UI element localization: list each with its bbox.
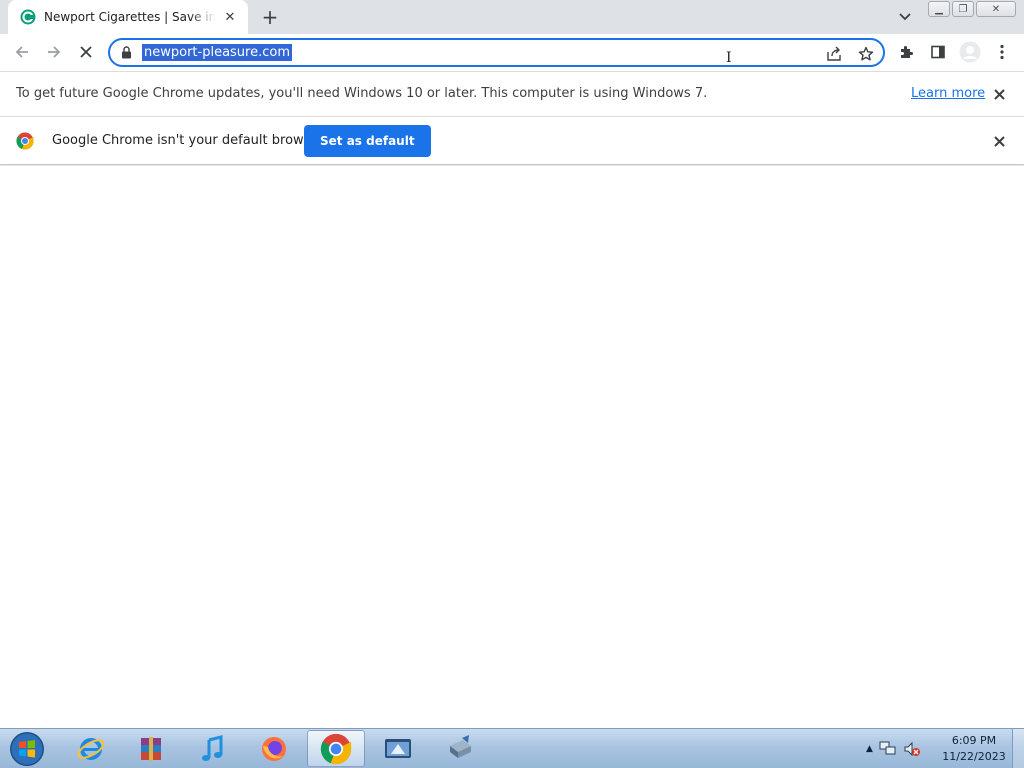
learn-more-link[interactable]: Learn more [911, 86, 985, 101]
chrome-icon [320, 733, 352, 764]
internet-explorer-icon [77, 737, 105, 760]
new-tab-button[interactable]: + [258, 5, 282, 29]
tab-title: Newport Cigarettes | Save in-store [44, 10, 216, 24]
start-button[interactable] [4, 730, 50, 768]
app-window-icon [385, 738, 411, 758]
puzzle-icon [901, 46, 913, 58]
browser-toolbar: newport-pleasure.com [0, 34, 1024, 71]
volume-muted-icon[interactable] [903, 741, 921, 757]
avatar-icon [959, 41, 981, 63]
newport-favicon-icon [20, 9, 36, 25]
tab-newport[interactable]: Newport Cigarettes | Save in-store ✕ [8, 0, 248, 34]
page-content [0, 166, 1024, 728]
profile-button[interactable] [957, 39, 983, 65]
taskbar-itunes[interactable] [184, 730, 242, 767]
close-default-infobar-icon[interactable] [990, 132, 1008, 150]
tab-strip: Newport Cigarettes | Save in-store ✕ + ▁… [0, 0, 1024, 34]
address-bar[interactable]: newport-pleasure.com [108, 38, 885, 67]
back-button[interactable] [9, 39, 35, 65]
taskbar-internet-explorer[interactable] [62, 730, 120, 767]
show-desktop-button[interactable] [1012, 729, 1024, 768]
network-icon[interactable] [879, 741, 897, 757]
set-as-default-button[interactable]: Set as default [304, 125, 431, 157]
default-browser-infobar: Google Chrome isn't your default browser… [0, 116, 1024, 165]
bookmark-star-icon[interactable] [856, 44, 876, 64]
update-infobar: To get future Google Chrome updates, you… [0, 71, 1024, 116]
taskbar-network-tool[interactable] [431, 730, 489, 767]
firefox-icon [262, 736, 286, 761]
taskbar-chrome[interactable] [307, 730, 365, 767]
clock-date: 11/22/2023 [942, 750, 1006, 763]
close-window-button[interactable]: ✕ [976, 1, 1016, 17]
stop-x-icon [80, 46, 92, 58]
tab-search-icon[interactable] [893, 6, 917, 28]
clock-time: 6:09 PM [951, 734, 997, 747]
extensions-button[interactable] [893, 39, 919, 65]
taskbar-firefox[interactable] [245, 730, 303, 767]
taskbar-app-window[interactable] [369, 730, 427, 767]
kebab-menu-icon [1000, 44, 1004, 60]
itunes-icon [202, 734, 223, 761]
update-notice-text: To get future Google Chrome updates, you… [16, 86, 708, 101]
url-text[interactable]: newport-pleasure.com [142, 44, 293, 61]
tab-close-icon[interactable]: ✕ [222, 9, 238, 25]
taskbar: ▲ 6:09 PM 11/22/2023 [0, 728, 1024, 768]
forward-button[interactable] [41, 39, 67, 65]
close-update-infobar-icon[interactable] [990, 85, 1008, 103]
back-arrow-icon [15, 46, 28, 58]
system-tray: ▲ [866, 729, 921, 768]
windows-orb-icon [10, 732, 44, 766]
taskbar-clock[interactable]: 6:09 PM 11/22/2023 [938, 733, 1010, 765]
window-controls: ▁ ❐ ✕ [928, 1, 1016, 17]
side-panel-button[interactable] [925, 39, 951, 65]
minimize-button[interactable]: ▁ [928, 1, 950, 17]
taskbar-winrar[interactable] [122, 730, 180, 767]
share-icon[interactable] [824, 44, 844, 64]
forward-arrow-icon [48, 46, 61, 58]
text-cursor-icon: I [726, 50, 732, 66]
menu-button[interactable] [989, 39, 1015, 65]
lock-icon [122, 46, 131, 59]
restore-button[interactable]: ❐ [952, 1, 974, 17]
default-browser-text: Google Chrome isn't your default browser [52, 133, 324, 148]
winrar-icon [141, 736, 161, 761]
stop-loading-button[interactable] [73, 39, 99, 65]
chrome-logo-icon [16, 132, 34, 150]
side-panel-icon [931, 45, 945, 59]
network-tool-icon [450, 734, 471, 758]
show-hidden-icons-icon[interactable]: ▲ [866, 744, 873, 754]
